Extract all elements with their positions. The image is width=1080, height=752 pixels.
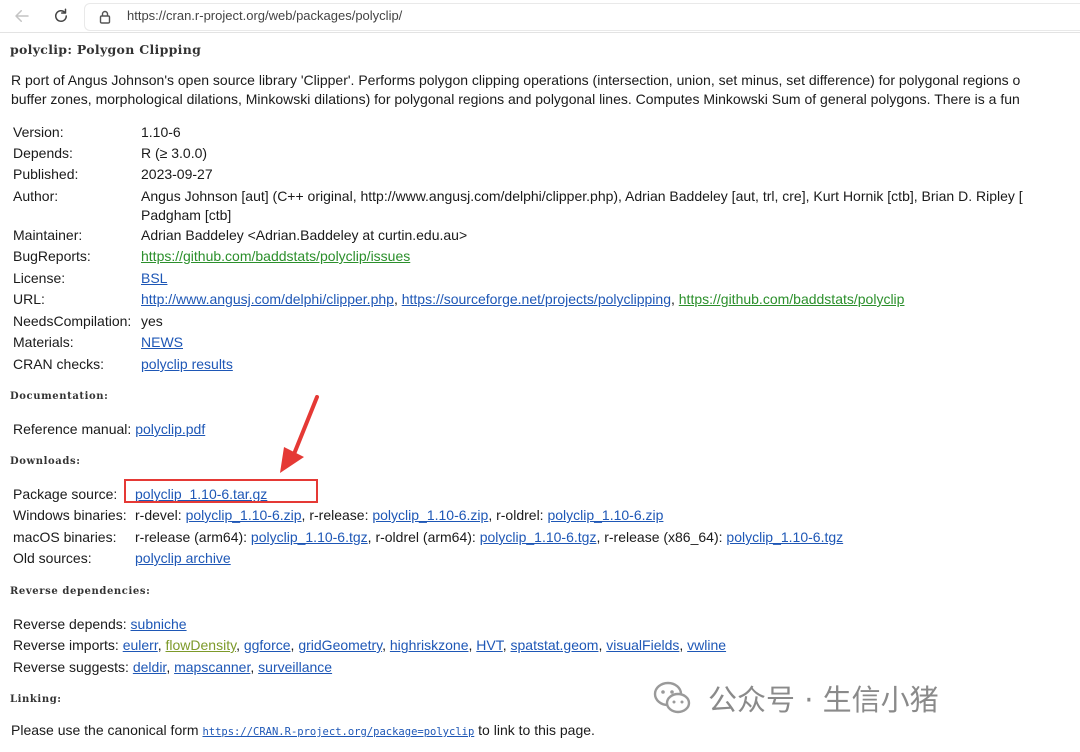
canonical-link[interactable]: https://CRAN.R-project.org/package=polyc… [202, 726, 474, 738]
field-label: Package source: [13, 486, 118, 502]
macos-oldrel-arm64-link[interactable]: polyclip_1.10-6.tgz [480, 529, 597, 545]
windows-release-link[interactable]: polyclip_1.10-6.zip [372, 507, 488, 523]
binary-prefix: , r-oldrel (arm64): [367, 529, 480, 545]
back-arrow-icon[interactable] [10, 5, 34, 27]
address-bar[interactable]: https://cran.r-project.org/web/packages/… [84, 3, 1080, 31]
field-label: Author: [13, 188, 59, 204]
author-value-cont: Padgham [ctb] [141, 207, 232, 223]
field-label: License: [13, 270, 66, 286]
field-label: Materials: [13, 334, 74, 350]
cran-checks-link[interactable]: polyclip results [141, 356, 233, 372]
reverse-import-link[interactable]: gridGeometry [298, 637, 382, 653]
field-label: Reverse imports: [13, 637, 119, 653]
description-line: buffer zones, morphological dilations, M… [11, 91, 1020, 107]
rev-depends: Reverse depends: subniche [13, 615, 187, 634]
field-label: Windows binaries: [13, 507, 127, 523]
page-content: polyclip: Polygon Clipping R port of Ang… [0, 33, 1080, 752]
field-label: Reference manual: [13, 421, 132, 437]
field-label: URL: [13, 291, 45, 307]
reverse-depends-link[interactable]: subniche [131, 616, 187, 632]
field-label: Reverse depends: [13, 616, 127, 632]
reverse-import-link[interactable]: spatstat.geom [511, 637, 599, 653]
field-label: NeedsCompilation: [13, 313, 132, 329]
rev-suggests: Reverse suggests: deldir, mapscanner, su… [13, 659, 333, 675]
reverse-import-link[interactable]: highriskzone [390, 637, 469, 653]
package-description: R port of Angus Johnson's open source li… [11, 71, 1080, 109]
rev-imports: Reverse imports: eulerr, flowDensity, gg… [13, 637, 727, 653]
field-label: Published: [13, 166, 79, 182]
browser-toolbar: https://cran.r-project.org/web/packages/… [0, 0, 1080, 33]
reverse-suggest-link[interactable]: deldir [133, 659, 166, 675]
license-link[interactable]: BSL [141, 270, 167, 286]
binary-prefix: , r-release: [301, 507, 373, 523]
annotation-arrow-icon [280, 395, 319, 473]
old-sources-link[interactable]: polyclip archive [135, 550, 231, 566]
separator: , [393, 291, 402, 307]
bugreports-link[interactable]: https://github.com/baddstats/polyclip/is… [141, 248, 410, 264]
field-label: BugReports: [13, 248, 91, 264]
url-link-sourceforge[interactable]: https://sourceforge.net/projects/polycli… [402, 291, 671, 307]
field-label: Maintainer: [13, 227, 83, 243]
section-heading-reverse-dependencies: Reverse dependencies: [10, 586, 151, 597]
published-value: 2023-09-27 [141, 166, 213, 182]
url-link-angusj[interactable]: http://www.angusj.com/delphi/clipper.php [141, 291, 394, 307]
author-value: Angus Johnson [aut] (C++ original, http:… [141, 188, 1023, 204]
section-heading-documentation: Documentation: [10, 391, 109, 402]
separator: , [670, 291, 679, 307]
binary-prefix: , r-oldrel: [488, 507, 548, 523]
field-label: macOS binaries: [13, 529, 117, 545]
description-line: R port of Angus Johnson's open source li… [11, 72, 1021, 88]
url-link-github[interactable]: https://github.com/baddstats/polyclip [679, 291, 905, 307]
macos-release-arm64-link[interactable]: polyclip_1.10-6.tgz [251, 529, 368, 545]
reverse-suggest-link[interactable]: mapscanner [174, 659, 250, 675]
depends-value: R (≥ 3.0.0) [141, 145, 208, 161]
doc-reference-manual: Reference manual: polyclip.pdf [13, 420, 205, 439]
lock-icon[interactable] [97, 9, 113, 25]
watermark-text: 公众号 · 生信小猪 [708, 683, 939, 717]
field-label: Version: [13, 124, 64, 140]
field-label: Depends: [13, 145, 73, 161]
reverse-import-link[interactable]: ggforce [244, 637, 291, 653]
url-text[interactable]: https://cran.r-project.org/web/packages/… [127, 8, 402, 23]
needscompilation-value: yes [141, 313, 163, 329]
field-label: CRAN checks: [13, 356, 105, 372]
binary-prefix: r-release (arm64): [135, 529, 251, 545]
wechat-icon [653, 681, 691, 714]
macos-release-x86-link[interactable]: polyclip_1.10-6.tgz [726, 529, 843, 545]
reverse-import-link[interactable]: HVT [476, 637, 502, 653]
reverse-import-link[interactable]: vwline [687, 637, 726, 653]
maintainer-value: Adrian Baddeley <Adrian.Baddeley at curt… [141, 227, 468, 243]
section-heading-linking: Linking: [10, 694, 62, 705]
linking-prefix: Please use the canonical form [11, 722, 203, 738]
section-heading-downloads: Downloads: [10, 456, 81, 467]
reverse-import-link[interactable]: visualFields [606, 637, 679, 653]
watermark: 公众号 · 生信小猪 [652, 673, 939, 723]
binary-prefix: , r-release (x86_64): [596, 529, 727, 545]
news-link[interactable]: NEWS [141, 334, 183, 350]
version-value: 1.10-6 [141, 124, 181, 140]
reverse-import-link[interactable]: flowDensity [166, 637, 237, 653]
reverse-import-link[interactable]: eulerr [123, 637, 158, 653]
windows-oldrel-link[interactable]: polyclip_1.10-6.zip [547, 507, 663, 523]
reload-icon[interactable] [49, 5, 73, 27]
reference-manual-link[interactable]: polyclip.pdf [135, 421, 205, 437]
page-title: polyclip: Polygon Clipping [10, 42, 202, 57]
binary-prefix: r-devel: [135, 507, 186, 523]
field-label: Old sources: [13, 550, 92, 566]
linking-suffix: to link to this page. [474, 722, 595, 738]
reverse-suggest-link[interactable]: surveillance [258, 659, 332, 675]
field-label: Reverse suggests: [13, 659, 129, 675]
linking-text: Please use the canonical form https://CR… [11, 721, 595, 742]
windows-devel-link[interactable]: polyclip_1.10-6.zip [186, 507, 302, 523]
